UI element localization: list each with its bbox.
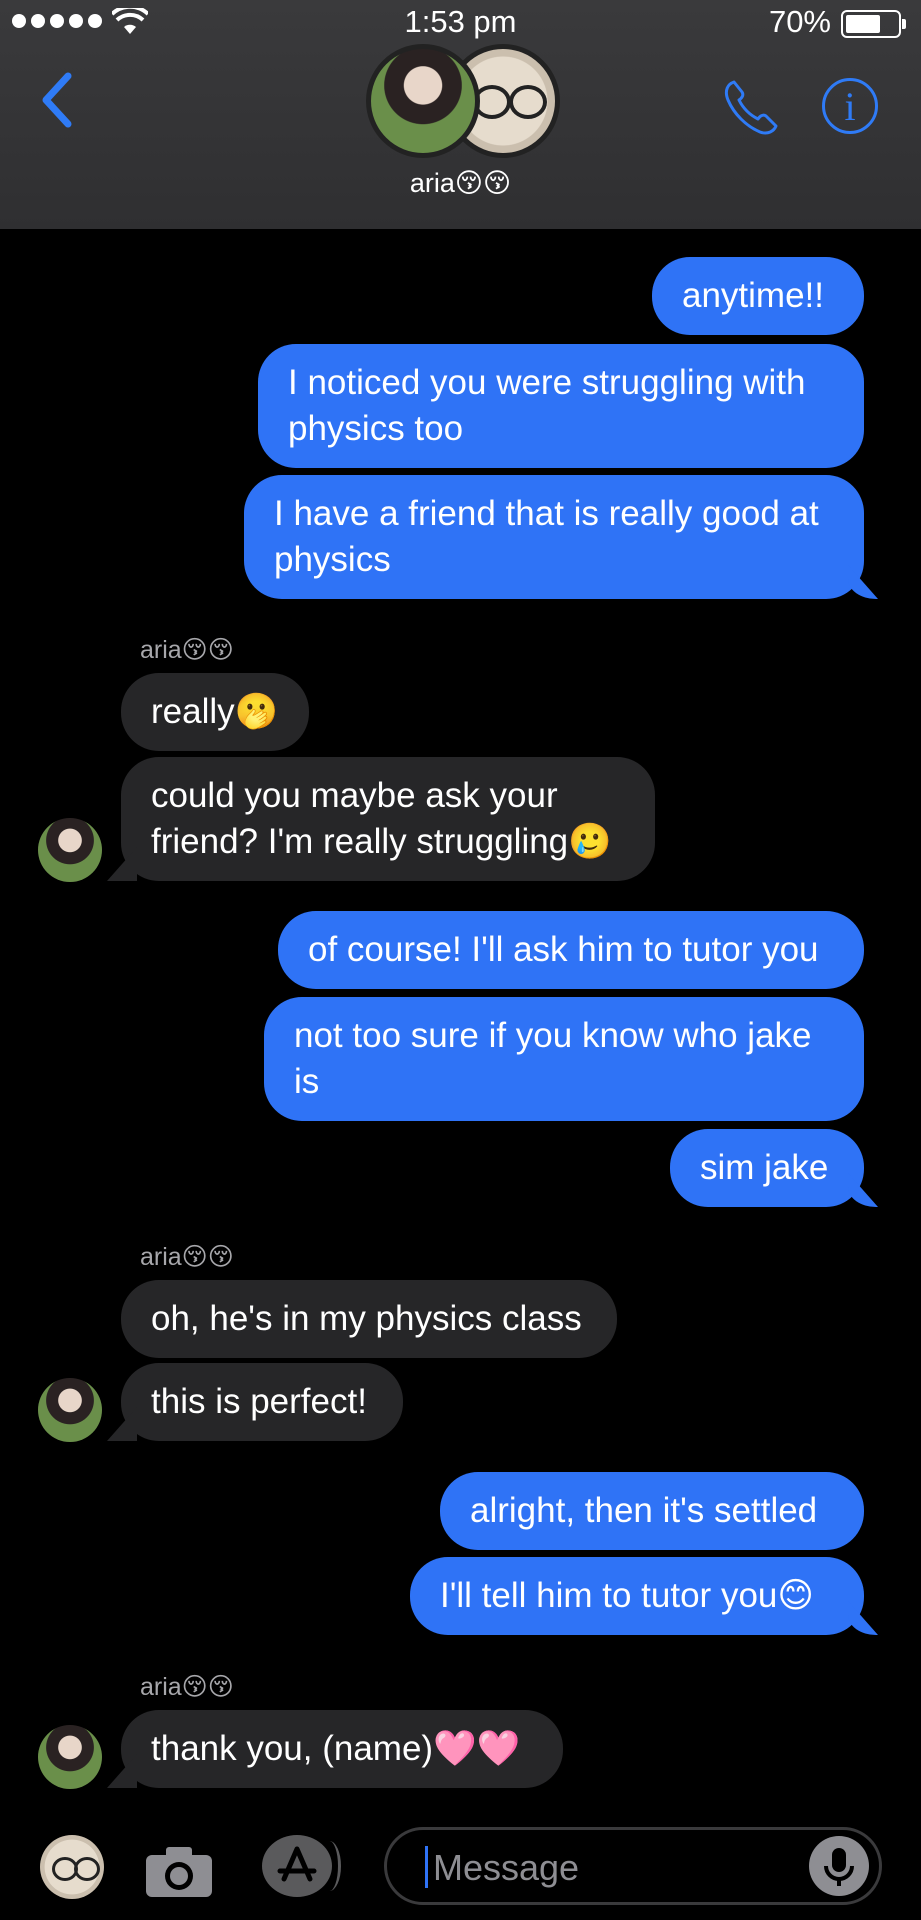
sender-name: aria😚😚 — [140, 1673, 234, 1701]
microphone-icon[interactable] — [809, 1836, 869, 1896]
incoming-message[interactable]: this is perfect! — [121, 1363, 403, 1441]
outgoing-message[interactable]: anytime!! — [652, 257, 864, 335]
status-bar: 1:53 pm 70% — [0, 0, 921, 44]
incoming-message[interactable]: really🫢 — [121, 673, 309, 751]
battery-percentage: 70% — [768, 4, 831, 39]
incoming-message[interactable]: oh, he's in my physics class — [121, 1280, 617, 1358]
outgoing-message[interactable]: not too sure if you know who jake is — [264, 997, 864, 1121]
message-input[interactable] — [431, 1840, 795, 1896]
back-chevron-icon[interactable] — [36, 70, 76, 130]
app-store-icon[interactable] — [262, 1835, 341, 1897]
text-cursor — [425, 1846, 428, 1888]
sender-avatar[interactable] — [38, 818, 102, 882]
outgoing-message[interactable]: sim jake — [670, 1129, 864, 1207]
outgoing-message[interactable]: of course! I'll ask him to tutor you — [278, 911, 864, 989]
contact-avatar-aria — [366, 44, 480, 158]
message-input-field[interactable] — [384, 1827, 882, 1905]
info-icon[interactable]: i — [822, 78, 878, 134]
sender-name: aria😚😚 — [140, 1243, 234, 1271]
phone-icon[interactable] — [720, 76, 782, 138]
incoming-message[interactable]: thank you, (name)🩷🩷 — [121, 1710, 563, 1788]
sender-avatar[interactable] — [38, 1378, 102, 1442]
incoming-message[interactable]: could you maybe ask your friend? I'm rea… — [121, 757, 655, 881]
outgoing-message[interactable]: I'll tell him to tutor you😊 — [410, 1557, 864, 1635]
camera-icon[interactable] — [144, 1845, 214, 1899]
sender-name: aria😚😚 — [140, 636, 234, 664]
chat-title[interactable]: aria😚😚 — [0, 168, 921, 199]
outgoing-message[interactable]: I noticed you were struggling with physi… — [258, 344, 864, 468]
battery-icon — [841, 10, 906, 38]
compose-bar — [0, 1815, 921, 1920]
outgoing-message[interactable]: alright, then it's settled — [440, 1472, 864, 1550]
group-avatars[interactable] — [366, 44, 560, 158]
sender-avatar[interactable] — [38, 1725, 102, 1789]
memoji-avatar-button[interactable] — [40, 1835, 104, 1899]
chat-header: 1:53 pm 70% aria😚😚 i — [0, 0, 921, 229]
outgoing-message[interactable]: I have a friend that is really good at p… — [244, 475, 864, 599]
